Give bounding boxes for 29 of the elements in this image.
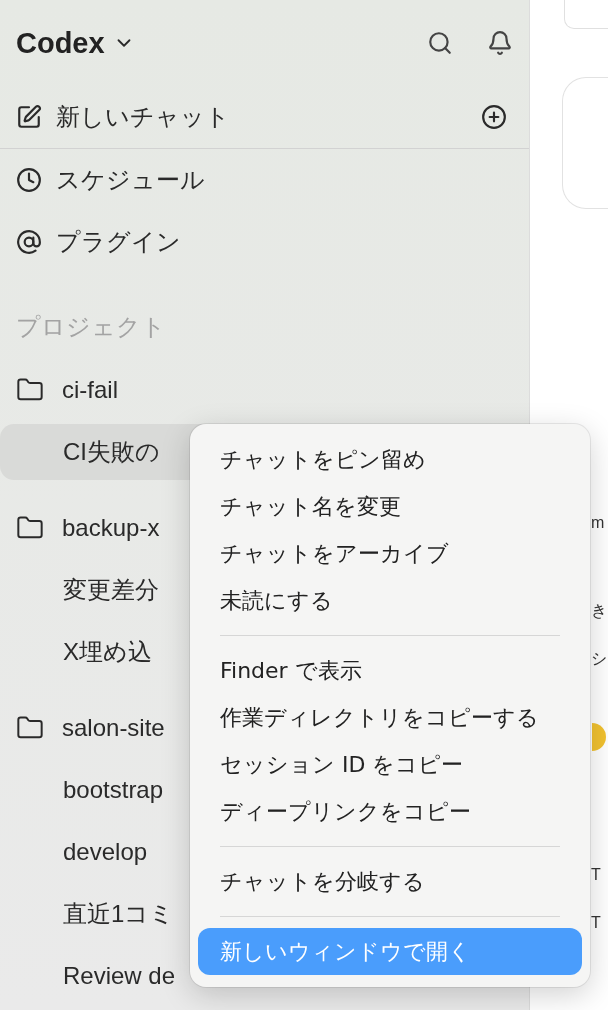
compose-icon bbox=[16, 104, 42, 130]
section-title: プロジェクト bbox=[16, 312, 166, 343]
plus-circle-icon[interactable] bbox=[481, 104, 507, 130]
search-icon[interactable] bbox=[427, 30, 453, 56]
menu-item[interactable]: チャットを分岐する bbox=[198, 858, 582, 905]
menu-item[interactable]: チャット名を変更 bbox=[198, 483, 582, 530]
bell-icon[interactable] bbox=[487, 30, 513, 56]
menu-item[interactable]: チャットをピン留め bbox=[198, 436, 582, 483]
clock-icon bbox=[16, 167, 42, 193]
text-fragment: m bbox=[591, 513, 606, 533]
project-name[interactable]: backup-x bbox=[62, 514, 160, 542]
text-fragment: シ bbox=[591, 649, 608, 669]
nav-item[interactable]: 新しいチャット bbox=[56, 101, 230, 133]
nav-item[interactable]: スケジュール bbox=[56, 164, 205, 196]
nav-item[interactable]: プラグイン bbox=[56, 226, 181, 258]
at-sign-icon bbox=[16, 229, 42, 255]
menu-item[interactable]: 作業ディレクトリをコピーする bbox=[198, 694, 582, 741]
menu-item[interactable]: セッション ID をコピー bbox=[198, 741, 582, 788]
text-fragment: T bbox=[591, 913, 602, 933]
text-fragment: き bbox=[591, 601, 608, 621]
project-name[interactable]: ci-fail bbox=[62, 376, 118, 404]
menu-item[interactable]: Finder で表示 bbox=[198, 647, 582, 694]
menu-item[interactable]: ディープリンクをコピー bbox=[198, 788, 582, 835]
text-fragment: T bbox=[591, 865, 602, 885]
menu-item[interactable]: 未読にする bbox=[198, 577, 582, 624]
project-name[interactable]: salon-site bbox=[62, 714, 165, 742]
app-title[interactable]: Codex bbox=[16, 26, 105, 60]
thumbnail-card bbox=[564, 0, 608, 29]
menu-item[interactable]: チャットをアーカイブ bbox=[198, 530, 582, 577]
